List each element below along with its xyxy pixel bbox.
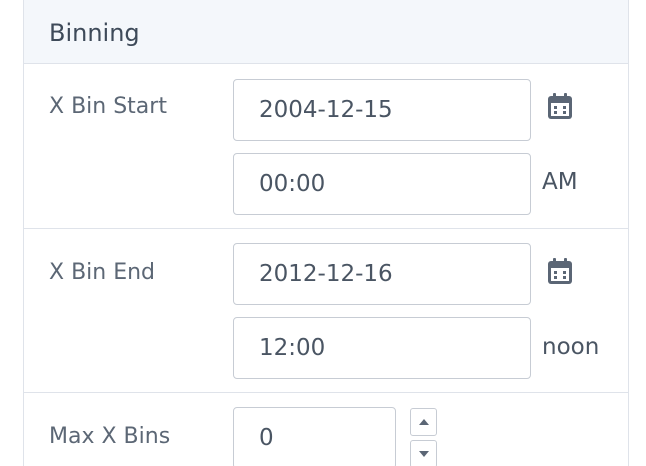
max-x-bins-input[interactable]: 0 — [233, 407, 396, 466]
x-bin-start-date-input[interactable]: 2004-12-15 — [233, 79, 531, 141]
decrement-button[interactable] — [410, 440, 437, 466]
increment-button[interactable] — [410, 408, 437, 436]
calendar-icon[interactable] — [545, 256, 575, 286]
row-divider — [24, 228, 628, 229]
panel-header: Binning — [24, 0, 628, 64]
x-bin-end-date-input[interactable]: 2012-12-16 — [233, 243, 531, 305]
page: Binning X Bin Start 2004-12-15 00:00 AM … — [0, 0, 646, 466]
x-bin-end-time-input[interactable]: 12:00 — [233, 317, 531, 379]
binning-panel: Binning X Bin Start 2004-12-15 00:00 AM … — [23, 0, 629, 466]
x-bin-start-label: X Bin Start — [49, 94, 167, 119]
max-x-bins-label: Max X Bins — [49, 424, 171, 449]
caret-up-icon — [419, 419, 429, 425]
caret-down-icon — [419, 451, 429, 457]
x-bin-end-label: X Bin End — [49, 260, 156, 285]
calendar-icon[interactable] — [545, 91, 575, 121]
x-bin-start-time-input[interactable]: 00:00 — [233, 153, 531, 215]
x-bin-start-time-suffix: AM — [542, 169, 578, 195]
panel-title: Binning — [49, 19, 140, 47]
x-bin-end-time-suffix: noon — [542, 334, 600, 360]
row-divider — [24, 392, 628, 393]
